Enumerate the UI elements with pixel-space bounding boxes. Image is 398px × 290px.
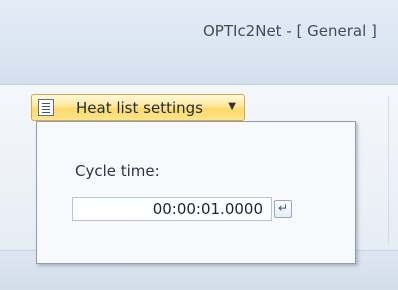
heat-list-settings-panel: Cycle time: 00:00:01.0000 ↵ [36,121,356,264]
enter-icon: ↵ [278,201,289,215]
list-icon [38,99,54,116]
ribbon-divider [388,96,389,246]
window-titlebar: OPTIc2Net - [ General ] [0,0,398,84]
cycle-time-field[interactable]: 00:00:01.0000 [72,197,272,221]
chevron-down-icon[interactable]: ▼ [228,101,236,112]
heat-list-settings-button[interactable]: Heat list settings ▼ [31,94,245,121]
window-title: OPTIc2Net - [ General ] [203,22,377,40]
cycle-time-label: Cycle time: [75,162,160,180]
cycle-time-value: 00:00:01.0000 [152,200,263,218]
heat-list-settings-label: Heat list settings [76,99,203,117]
cycle-time-apply-button[interactable]: ↵ [274,200,292,218]
